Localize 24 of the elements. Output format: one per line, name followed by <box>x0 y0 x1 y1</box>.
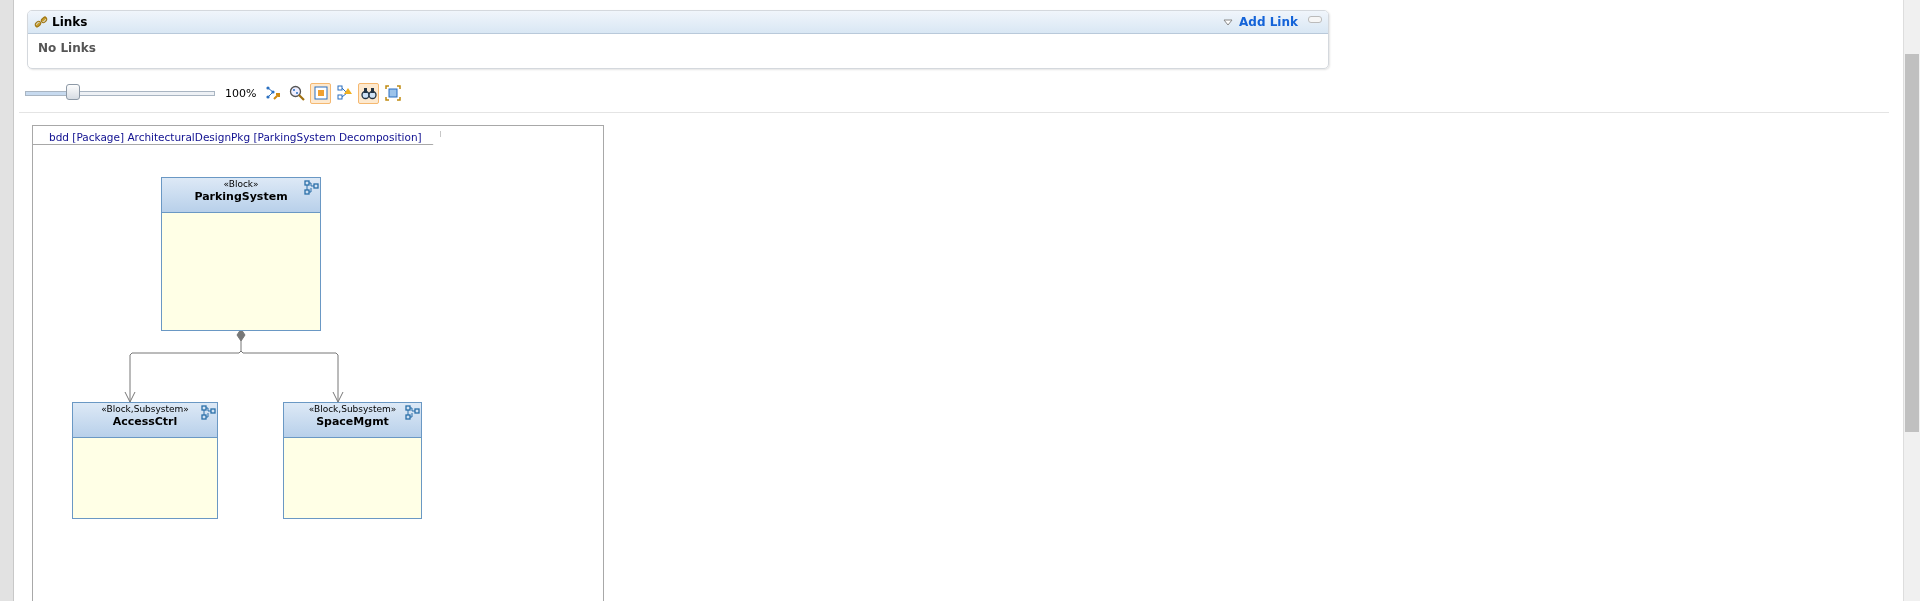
block-name: AccessCtrl <box>112 415 178 428</box>
zoom-slider[interactable] <box>25 84 215 102</box>
minimize-button[interactable] <box>1308 16 1322 23</box>
block-name: SpaceMgmt <box>316 415 389 428</box>
block-name: ParkingSystem <box>194 190 288 203</box>
binoculars-tool-button[interactable] <box>358 82 380 104</box>
add-link-link[interactable]: Add Link <box>1239 15 1298 29</box>
block-stereotype: «Block,Subsystem» <box>101 404 189 414</box>
vertical-scrollbar[interactable] <box>1903 0 1920 601</box>
dropdown-triangle-icon[interactable] <box>1223 18 1234 26</box>
block-stereotype: «Block,Subsystem» <box>308 404 397 414</box>
structure-icon <box>201 405 216 420</box>
structure-icon <box>304 180 319 195</box>
panel-title: Links <box>52 15 88 29</box>
block[interactable]: «Block,Subsystem» SpaceMgmt <box>283 402 422 519</box>
zoom-percentage: 100% <box>225 86 257 100</box>
block[interactable]: «Block,Subsystem» AccessCtrl <box>72 402 218 519</box>
slider-thumb[interactable] <box>66 84 81 100</box>
empty-links-text: No Links <box>38 41 96 55</box>
structure-icon <box>405 405 420 420</box>
scrollbar-thumb[interactable] <box>1905 54 1919 432</box>
block[interactable]: «Block» ParkingSystem <box>161 177 321 331</box>
block-stereotype: «Block» <box>223 179 259 189</box>
chain-link-icon <box>34 15 48 29</box>
